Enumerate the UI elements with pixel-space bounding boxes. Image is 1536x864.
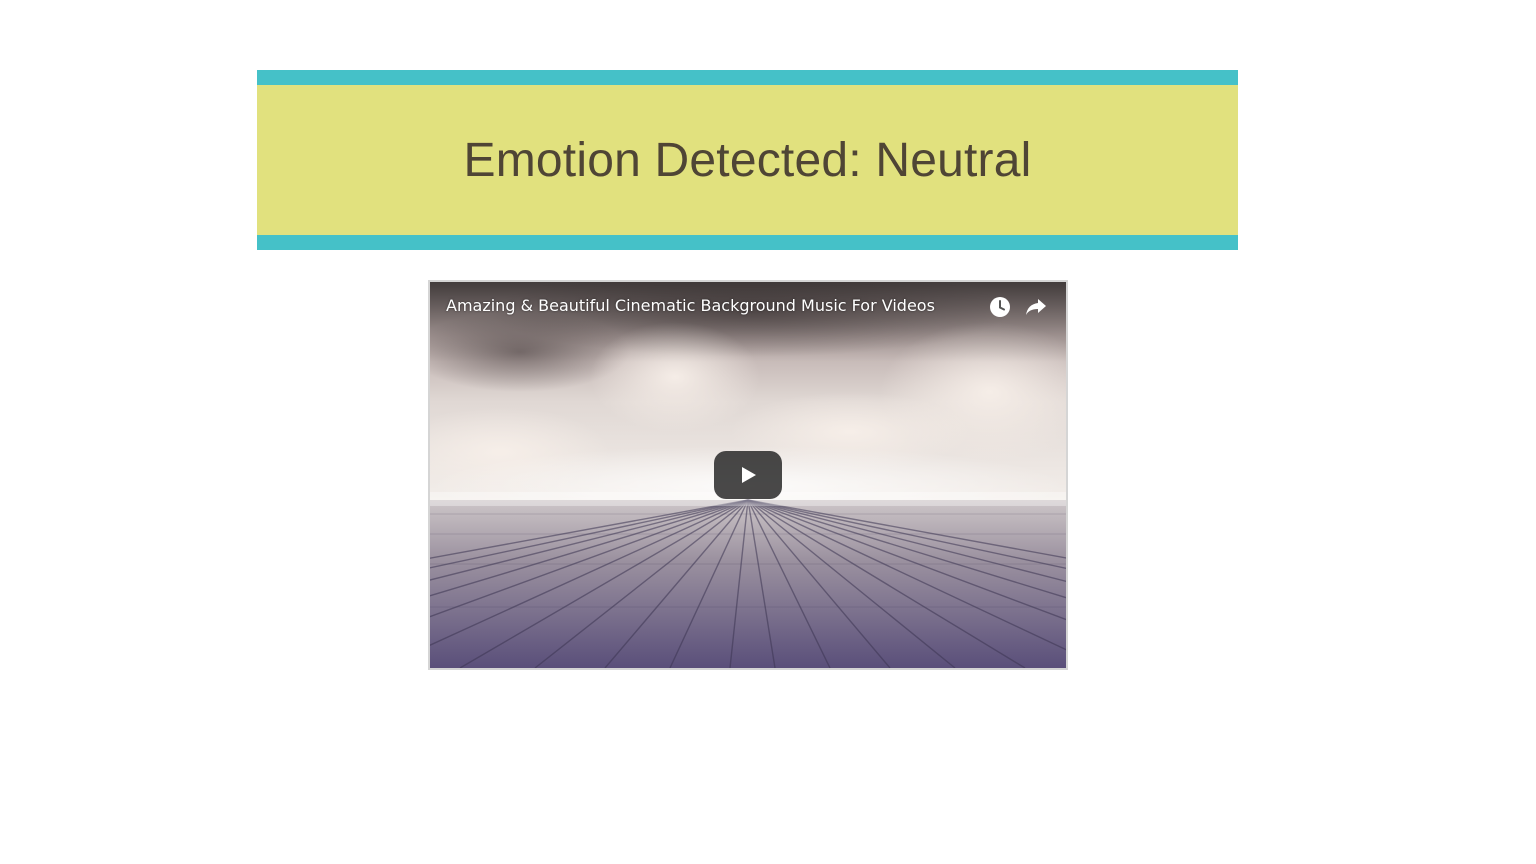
- clock-icon: [990, 297, 1010, 317]
- share-icon: [1026, 299, 1046, 315]
- emotion-title: Emotion Detected: Neutral: [463, 133, 1032, 187]
- watch-later-button[interactable]: [987, 294, 1013, 320]
- share-button[interactable]: [1023, 294, 1049, 320]
- play-icon: [742, 467, 756, 483]
- video-player[interactable]: Amazing & Beautiful Cinematic Background…: [428, 280, 1068, 670]
- title-gradient: [430, 282, 1066, 362]
- play-button[interactable]: [714, 451, 782, 499]
- video-title[interactable]: Amazing & Beautiful Cinematic Background…: [446, 296, 935, 315]
- emotion-banner: Emotion Detected: Neutral: [257, 70, 1238, 250]
